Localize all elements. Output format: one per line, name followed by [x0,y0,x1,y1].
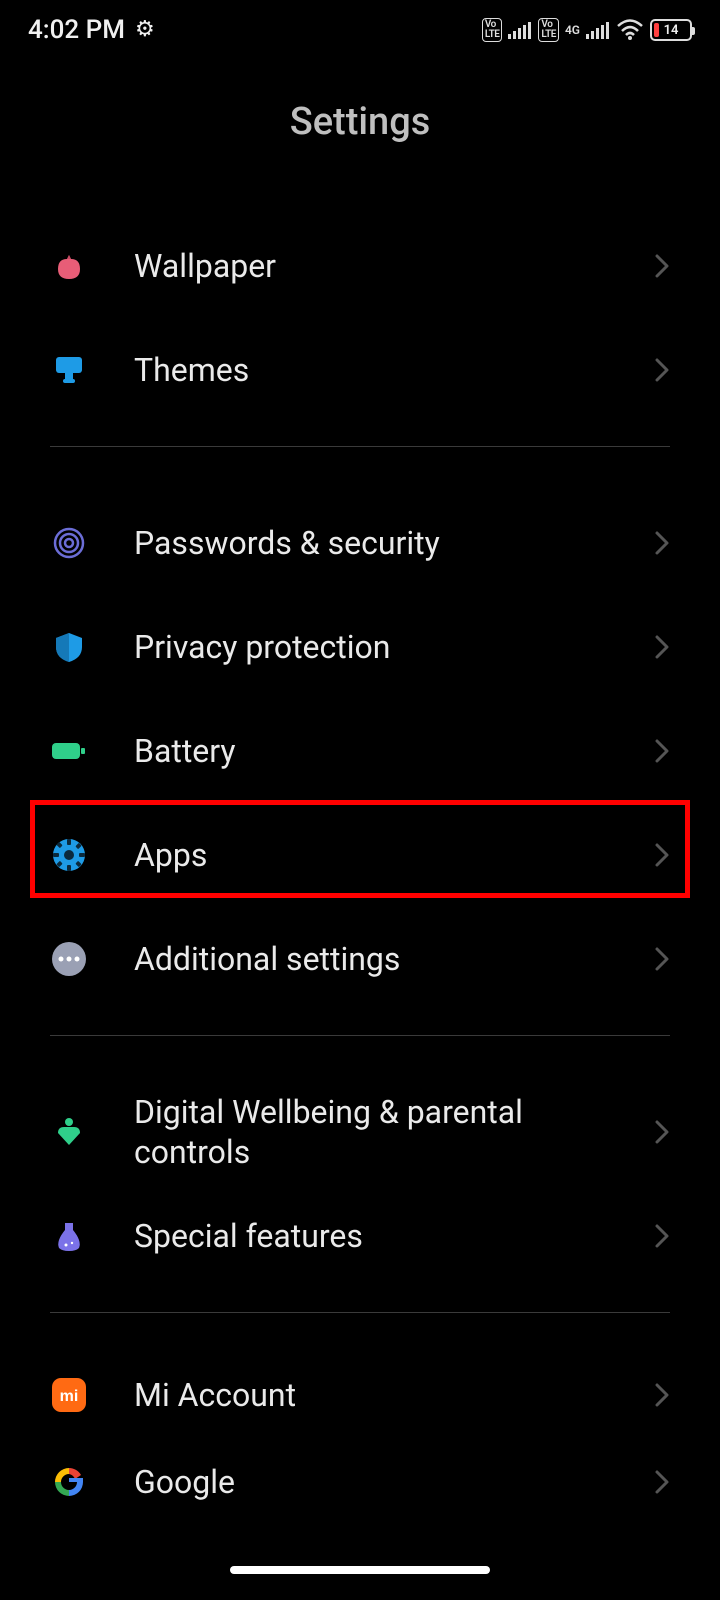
chevron-right-icon [654,634,670,660]
settings-item-privacy[interactable]: Privacy protection [50,595,670,699]
chevron-right-icon [654,1223,670,1249]
chevron-right-icon [654,1382,670,1408]
fingerprint-icon [50,524,88,562]
settings-item-google[interactable]: Google [50,1447,670,1517]
settings-item-apps[interactable]: Apps [50,803,670,907]
chevron-right-icon [654,842,670,868]
settings-item-label: Mi Account [134,1375,608,1415]
chevron-right-icon [654,253,670,279]
settings-item-special[interactable]: Special features [50,1184,670,1288]
gear-icon: ⚙ [135,19,155,41]
status-bar: 4:02 PM ⚙ VoLTE VoLTE 4G 14 [0,0,720,60]
network-type: 4G [565,23,580,37]
home-indicator[interactable] [230,1566,490,1574]
settings-item-label: Privacy protection [134,627,608,667]
google-icon [50,1463,88,1501]
settings-item-passwords[interactable]: Passwords & security [50,491,670,595]
chevron-right-icon [654,357,670,383]
settings-item-label: Special features [134,1216,608,1256]
settings-list: Wallpaper Themes Passwords & securi [0,214,720,1517]
divider [50,1312,670,1313]
svg-text:mi: mi [60,1388,79,1405]
more-icon [50,940,88,978]
wifi-icon [616,19,644,41]
status-time: 4:02 PM [28,15,125,45]
chevron-right-icon [654,738,670,764]
page-title: Settings [0,100,720,144]
status-icons: VoLTE VoLTE 4G 14 [482,18,692,42]
settings-item-label: Passwords & security [134,523,608,563]
flask-icon [50,1217,88,1255]
settings-item-label: Additional settings [134,939,608,979]
chevron-right-icon [654,1469,670,1495]
settings-item-label: Apps [134,835,608,875]
settings-item-label: Battery [134,731,608,771]
divider [50,1035,670,1036]
wallpaper-icon [50,247,88,285]
settings-item-wallpaper[interactable]: Wallpaper [50,214,670,318]
settings-item-label: Themes [134,350,608,390]
chevron-right-icon [654,946,670,972]
themes-icon [50,351,88,389]
battery-icon [50,732,88,770]
settings-item-miaccount[interactable]: mi Mi Account [50,1343,670,1447]
signal-icon [508,21,532,39]
mi-icon: mi [50,1376,88,1414]
chevron-right-icon [654,1119,670,1145]
settings-item-additional[interactable]: Additional settings [50,907,670,1011]
signal-icon-2 [586,21,610,39]
volte-icon: VoLTE [482,18,503,42]
shield-icon [50,628,88,666]
settings-item-wellbeing[interactable]: Digital Wellbeing & parental controls [50,1080,670,1184]
settings-item-label: Google [134,1462,608,1502]
volte-icon-2: VoLTE [538,18,559,42]
settings-item-themes[interactable]: Themes [50,318,670,422]
divider [50,446,670,447]
chevron-right-icon [654,530,670,556]
settings-item-battery[interactable]: Battery [50,699,670,803]
battery-icon: 14 [650,19,692,41]
settings-item-label: Wallpaper [134,246,608,286]
settings-item-label: Digital Wellbeing & parental controls [134,1092,608,1172]
apps-gear-icon [50,836,88,874]
wellbeing-icon [50,1113,88,1151]
